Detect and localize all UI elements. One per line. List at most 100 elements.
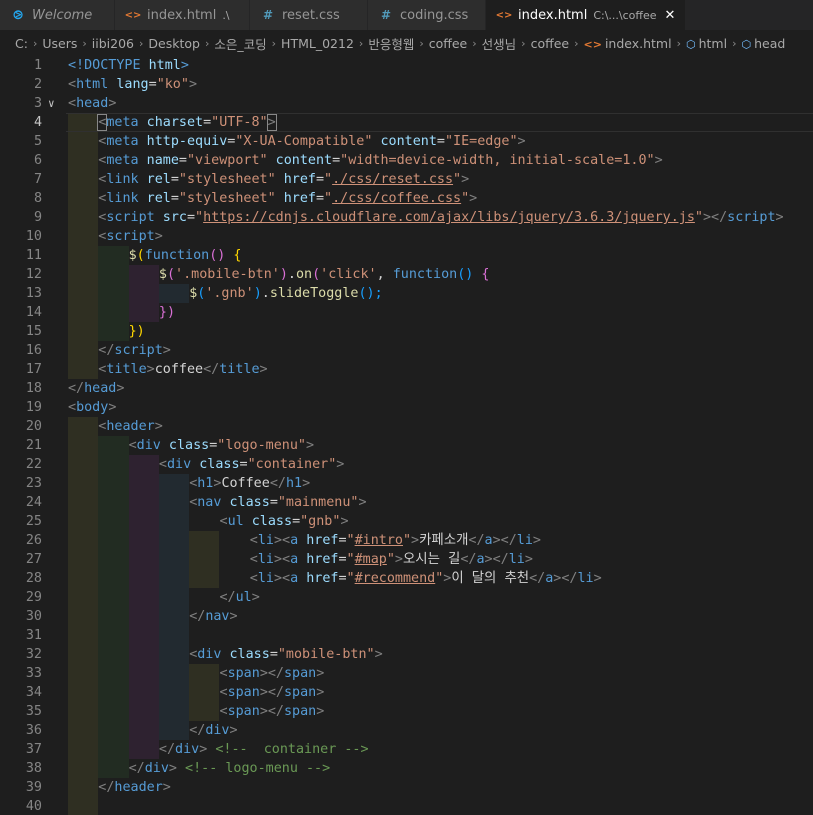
code-token: </ bbox=[269, 476, 286, 491]
code-line[interactable]: 11 $(function() { bbox=[0, 246, 813, 265]
code-line[interactable]: 31 bbox=[0, 626, 813, 645]
code-line[interactable]: 33 <span></span> bbox=[0, 664, 813, 683]
code-line[interactable]: 39 </header> bbox=[0, 778, 813, 797]
code-line[interactable]: 36 </div> bbox=[0, 721, 813, 740]
code-token: > bbox=[229, 723, 238, 738]
code-token: li bbox=[577, 571, 594, 586]
code-line[interactable]: 21 <div class="logo-menu"> bbox=[0, 436, 813, 455]
code-line[interactable]: 14}) bbox=[0, 303, 813, 322]
code-line[interactable]: 5 <meta http-equiv="X-UA-Compatible" cont… bbox=[0, 132, 813, 151]
code-token: > bbox=[108, 400, 117, 415]
code-line[interactable]: 25 <ul class="gnb"> bbox=[0, 512, 813, 531]
code-line[interactable]: 38 </div> <!-- logo-menu --> bbox=[0, 759, 813, 778]
code-line[interactable]: 9 <script src="https://cdnjs.cloudflare.c… bbox=[0, 208, 813, 227]
code-line[interactable]: 8 <link rel="stylesheet" href="./css/coff… bbox=[0, 189, 813, 208]
code-line[interactable]: 10 <script> bbox=[0, 227, 813, 246]
code-token: class bbox=[221, 495, 270, 510]
code-token: " bbox=[324, 172, 333, 187]
breadcrumb-item[interactable]: ⬡ html bbox=[686, 36, 727, 51]
symbol-cube-icon: ⬡ bbox=[686, 37, 696, 51]
breadcrumb-item[interactable]: ⬡ head bbox=[742, 36, 786, 51]
code-line[interactable]: 29 </ul> bbox=[0, 588, 813, 607]
code-line[interactable]: 2 <html lang="ko"> bbox=[0, 75, 813, 94]
line-number: 30 bbox=[25, 609, 42, 624]
code-token: ></ bbox=[702, 210, 728, 225]
code-editor[interactable]: 1 <!DOCTYPE html> 2 <html lang="ko"> 3 ∨ <head… bbox=[0, 56, 813, 815]
code-text: <meta name="viewport" content="width=dev… bbox=[98, 151, 662, 170]
code-line[interactable]: 23 <h1>Coffee</h1> bbox=[0, 474, 813, 493]
code-token: ) bbox=[279, 267, 288, 282]
code-token: script bbox=[727, 210, 776, 225]
code-line[interactable]: 20 <header> bbox=[0, 417, 813, 436]
chevron-down-icon[interactable]: ∨ bbox=[48, 94, 62, 113]
breadcrumb-item[interactable]: 선생님 bbox=[482, 34, 517, 53]
code-token: " bbox=[386, 552, 395, 567]
code-line[interactable]: 34 <span></span> bbox=[0, 683, 813, 702]
code-line[interactable]: 22 <div class="container"> bbox=[0, 455, 813, 474]
code-token: = bbox=[269, 647, 278, 662]
breadcrumb-item[interactable]: iibi206 bbox=[92, 36, 134, 51]
code-token: a bbox=[476, 552, 485, 567]
breadcrumb-label: Desktop bbox=[148, 35, 200, 51]
code-line[interactable]: 26 <li><a href="#intro">카페소개</a></li> bbox=[0, 531, 813, 550]
tab-index-html[interactable]: <> index.html C:\...\coffee ✕ bbox=[486, 0, 686, 30]
breadcrumb-item[interactable]: Desktop bbox=[148, 36, 200, 51]
code-token: nav bbox=[197, 495, 222, 510]
code-token: "stylesheet" bbox=[178, 191, 276, 206]
code-line[interactable]: 6 <meta name="viewport" content="width=de… bbox=[0, 151, 813, 170]
code-line[interactable]: 15}) bbox=[0, 322, 813, 341]
breadcrumb-item[interactable]: 소은_코딩 bbox=[214, 34, 266, 53]
code-token: meta bbox=[106, 134, 139, 149]
code-token: link bbox=[106, 172, 139, 187]
code-token: > bbox=[108, 96, 117, 111]
code-line[interactable]: 19 <body> bbox=[0, 398, 813, 417]
breadcrumb-item[interactable]: Users bbox=[42, 36, 77, 51]
code-text: <meta charset="UTF-8"> bbox=[97, 113, 277, 132]
code-line[interactable]: 28 <li><a href="#recommend">이 달의 추천</a></… bbox=[0, 569, 813, 588]
code-token: link bbox=[106, 191, 139, 206]
code-token: = bbox=[315, 172, 325, 187]
code-line[interactable]: 37 </div> <!-- container --> bbox=[0, 740, 813, 759]
tab-index-html[interactable]: <> index.html .\ bbox=[115, 0, 250, 30]
breadcrumb-item[interactable]: 반응형웹 bbox=[368, 34, 414, 53]
code-line[interactable]: 4 <meta charset="UTF-8"> bbox=[0, 113, 813, 132]
breadcrumb-label: 반응형웹 bbox=[368, 36, 415, 52]
chevron-right-icon: › bbox=[204, 36, 210, 50]
breadcrumb-item[interactable]: coffee bbox=[531, 36, 570, 51]
code-line[interactable]: 1 <!DOCTYPE html> bbox=[0, 56, 813, 75]
breadcrumb-item[interactable]: coffee bbox=[429, 36, 468, 51]
tab-reset-css[interactable]: # reset.css bbox=[250, 0, 368, 30]
code-text: <li><a href="#recommend">이 달의 추천</a></li… bbox=[250, 569, 602, 588]
code-token: "width=device-width, initial-scale=1.0" bbox=[340, 153, 655, 168]
breadcrumb-item[interactable]: C: bbox=[15, 36, 28, 51]
tab-coding-css[interactable]: # coding.css bbox=[368, 0, 486, 30]
code-line[interactable]: 30 </nav> bbox=[0, 607, 813, 626]
symbol-cube-icon: ⬡ bbox=[741, 37, 752, 51]
code-token: rel bbox=[138, 172, 171, 187]
code-line[interactable]: 18 </head> bbox=[0, 379, 813, 398]
code-line[interactable]: 27 <li><a href="#map">오시는 길</a></li> bbox=[0, 550, 813, 569]
code-token: , bbox=[376, 267, 393, 282]
code-token: > bbox=[517, 134, 526, 149]
breadcrumb-item[interactable]: <> index.html bbox=[584, 36, 672, 51]
breadcrumb-item[interactable]: HTML_0212 bbox=[281, 36, 354, 51]
code-line[interactable]: 35 <span></span> bbox=[0, 702, 813, 721]
code-text: <html lang="ko"> bbox=[68, 75, 197, 94]
close-icon[interactable]: ✕ bbox=[665, 8, 676, 23]
code-line[interactable]: 40 bbox=[0, 797, 813, 815]
code-token: > bbox=[461, 172, 470, 187]
code-token: (); bbox=[358, 286, 383, 301]
code-line[interactable]: 16 </script> bbox=[0, 341, 813, 360]
code-line[interactable]: 3 ∨ <head> bbox=[0, 94, 813, 113]
code-token: > bbox=[199, 742, 216, 757]
code-line[interactable]: 24 <nav class="mainmenu"> bbox=[0, 493, 813, 512]
code-line[interactable]: 12 $('.mobile-btn').on('click', function(… bbox=[0, 265, 813, 284]
code-line[interactable]: 7 <link rel="stylesheet" href="./css/rese… bbox=[0, 170, 813, 189]
breadcrumb-label: html bbox=[698, 35, 728, 51]
code-text: </div> <!-- logo-menu --> bbox=[129, 759, 331, 778]
code-token: > bbox=[259, 362, 268, 377]
code-line[interactable]: 32 <div class="mobile-btn"> bbox=[0, 645, 813, 664]
code-line[interactable]: 17 <title>coffee</title> bbox=[0, 360, 813, 379]
code-line[interactable]: 13 $('.gnb').slideToggle(); bbox=[0, 284, 813, 303]
tab-Welcome[interactable]: ⧁ Welcome bbox=[0, 0, 115, 30]
